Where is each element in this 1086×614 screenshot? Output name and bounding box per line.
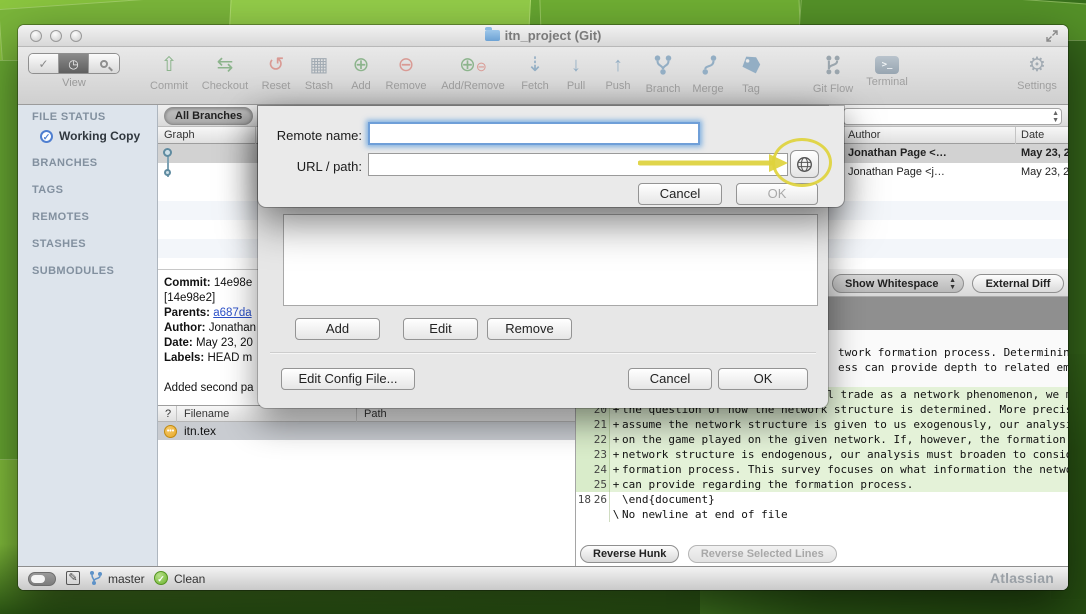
atlassian-logo: Atlassian xyxy=(990,570,1054,586)
external-diff-button[interactable]: External Diff xyxy=(972,274,1064,293)
diff-footer-buttons: Reverse Hunk Reverse Selected Lines xyxy=(576,544,1068,566)
column-filename[interactable]: Filename xyxy=(184,408,229,420)
context-line: ess can provide depth to related empiric xyxy=(838,361,1068,374)
view-label: View xyxy=(28,77,120,89)
filename: itn.tex xyxy=(184,424,216,438)
view-log-segment[interactable]: ◷ xyxy=(59,54,89,73)
sidebar-item-working-copy[interactable]: ✓ Working Copy xyxy=(40,129,140,143)
gear-icon: ⚙ xyxy=(1009,52,1065,78)
add-remote-dialog: Remote name: URL / path: Cancel OK xyxy=(258,106,844,207)
remove-button[interactable]: ⊖ Remove xyxy=(378,52,434,92)
commit-date: May 23, 2013 8:… xyxy=(1021,147,1068,159)
checkout-icon: ⇆ xyxy=(197,52,253,78)
working-copy-check-icon: ✓ xyxy=(40,130,53,143)
column-status[interactable]: ? xyxy=(165,408,171,420)
current-branch-icon xyxy=(88,570,104,586)
dialog-ok-button[interactable]: OK xyxy=(736,183,818,205)
terminal-button[interactable]: >_ Terminal xyxy=(859,52,915,88)
commit-date: May 23, 2013 7:… xyxy=(1021,166,1068,178)
commit-icon: ⇧ xyxy=(141,52,197,78)
commit-author: Jonathan Page <… xyxy=(848,147,1008,159)
show-whitespace-dropdown[interactable]: Show Whitespace ▲▼ xyxy=(832,274,964,293)
edit-config-file-button[interactable]: Edit Config File... xyxy=(281,368,415,390)
branch-name[interactable]: master xyxy=(108,572,145,586)
remove-remote-button[interactable]: Remove xyxy=(487,318,572,340)
edit-remote-button[interactable]: Edit xyxy=(403,318,478,340)
sidebar-header-tags[interactable]: TAGS xyxy=(32,184,63,196)
settings-button[interactable]: ⚙ Settings xyxy=(1009,52,1065,92)
git-flow-button[interactable]: Git Flow xyxy=(805,52,861,95)
sidebar-header-stashes[interactable]: STASHES xyxy=(32,238,86,250)
view-segmented-control: ✓ ◷ View xyxy=(28,53,120,89)
folder-icon xyxy=(485,30,500,41)
reverse-hunk-button[interactable]: Reverse Hunk xyxy=(580,545,679,563)
view-search-segment[interactable] xyxy=(89,54,119,73)
git-flow-icon xyxy=(822,54,844,76)
sidebar-header-submodules[interactable]: SUBMODULES xyxy=(32,265,114,277)
sidebar-header-remotes[interactable]: REMOTES xyxy=(32,211,89,223)
terminal-icon: >_ xyxy=(875,56,899,74)
column-author[interactable]: Author xyxy=(848,129,880,141)
reverse-selected-lines-button[interactable]: Reverse Selected Lines xyxy=(688,545,837,563)
view-filestatus-segment[interactable]: ✓ xyxy=(29,54,59,73)
browse-hosted-repositories-button[interactable] xyxy=(790,150,819,178)
tag-icon xyxy=(740,54,762,76)
settings-cancel-button[interactable]: Cancel xyxy=(628,368,712,390)
diff-lines: 19+In the analysis of international trad… xyxy=(576,387,1068,546)
sidebar-toggle-button[interactable] xyxy=(28,572,56,586)
compose-icon[interactable]: ✎ xyxy=(66,571,80,585)
stepper-icon: ▲▼ xyxy=(949,277,956,291)
sidebar-header-file-status[interactable]: FILE STATUS xyxy=(32,111,106,123)
add-remote-button[interactable]: Add xyxy=(295,318,380,340)
context-line: twork formation process. Determining the xyxy=(838,346,1068,359)
settings-ok-button[interactable]: OK xyxy=(718,368,808,390)
clean-status-icon: ✓ xyxy=(154,571,168,585)
file-row-itn-tex[interactable]: ••• itn.tex xyxy=(158,422,575,440)
globe-icon xyxy=(796,156,813,173)
sidebar-header-branches[interactable]: BRANCHES xyxy=(32,157,98,169)
column-graph[interactable]: Graph xyxy=(164,129,195,141)
window-title: itn_project (Git) xyxy=(18,28,1068,43)
merge-icon xyxy=(697,54,719,76)
main-toolbar: ✓ ◷ View ⇧ Commit ⇆ Checkout ↺ Reset ▦ S… xyxy=(18,47,1068,105)
clean-status-label: Clean xyxy=(174,572,205,586)
remote-name-label: Remote name: xyxy=(266,128,362,143)
commit-author: Jonathan Page <j… xyxy=(848,166,1008,178)
tag-button[interactable]: Tag xyxy=(723,52,779,95)
dialog-cancel-button[interactable]: Cancel xyxy=(638,183,722,205)
window-titlebar[interactable]: itn_project (Git) xyxy=(18,25,1068,47)
add-remove-icon: ⊕⊖ xyxy=(438,52,508,78)
commit-button[interactable]: ⇧ Commit xyxy=(141,52,197,92)
graph-commit-node xyxy=(164,169,171,176)
checkout-button[interactable]: ⇆ Checkout xyxy=(197,52,253,92)
all-branches-button[interactable]: All Branches xyxy=(164,107,253,125)
stepper-icon: ▲▼ xyxy=(1052,110,1059,124)
sidebar: FILE STATUS ✓ Working Copy BRANCHES TAGS… xyxy=(18,105,158,566)
search-icon xyxy=(100,60,108,68)
branch-icon xyxy=(652,54,674,76)
clock-icon: ◷ xyxy=(68,57,78,71)
modified-status-icon: ••• xyxy=(164,425,177,438)
divider xyxy=(270,352,816,354)
status-bar: ✎ master ✓ Clean Atlassian xyxy=(18,566,1068,590)
graph-commit-node xyxy=(163,148,172,157)
parent-commit-link[interactable]: a687da xyxy=(213,307,251,319)
jump-to-dropdown[interactable]: ▲▼ xyxy=(843,108,1062,125)
fullscreen-icon[interactable] xyxy=(1046,30,1058,42)
remotes-list[interactable] xyxy=(283,214,818,306)
column-path[interactable]: Path xyxy=(364,408,387,420)
url-path-label: URL / path: xyxy=(266,159,362,174)
add-remove-button[interactable]: ⊕⊖ Add/Remove xyxy=(438,52,508,92)
remove-icon: ⊖ xyxy=(378,52,434,78)
column-date[interactable]: Date xyxy=(1021,129,1044,141)
check-icon: ✓ xyxy=(38,57,48,71)
url-path-input[interactable] xyxy=(368,153,788,176)
remote-name-input[interactable] xyxy=(368,122,700,145)
commit-details: Commit: 14e98e [14e98e2] Parents: a687da… xyxy=(164,276,260,396)
